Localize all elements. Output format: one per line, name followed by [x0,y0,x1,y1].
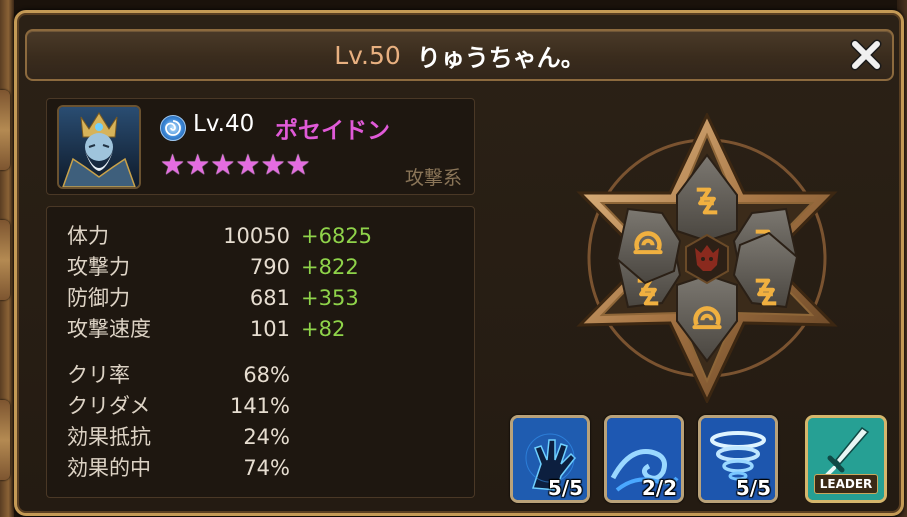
stat-value: 24% [243,425,290,449]
leader-label: LEADER [814,474,878,494]
stat-row-resistance: 効果抵抗 24% [47,422,476,452]
poseidon-portrait-image [59,107,139,187]
stat-label: 防御力 [67,286,130,310]
star-icon: ★ [235,148,261,181]
side-tab [0,220,10,300]
stat-label: 攻撃速度 [67,317,151,341]
skill-level: 5/5 [735,476,771,500]
skill-slot-2[interactable]: 2/2 [604,415,684,503]
stat-row-defense: 防御力 681 +353 [47,283,476,313]
stat-row-crit-rate: クリ率 68% [47,360,476,390]
leader-skill[interactable]: LEADER [805,415,887,503]
stat-bonus: +82 [301,317,346,341]
monster-type: 攻撃系 [404,167,462,189]
skill-slot-3[interactable]: 5/5 [698,415,778,503]
skill-level: 2/2 [641,476,677,500]
star-icon: ★ [210,148,236,181]
monster-info-panel: Lv.50 りゅうちゃん。 Lv.40 ポセイドン ★ ★ ★ ★ ★ ★ 攻撃… [14,10,904,516]
stat-value: 101 [249,317,290,341]
rune-star-frame [576,111,838,405]
stat-bonus: +6825 [301,224,373,248]
monster-summary: Lv.40 ポセイドン ★ ★ ★ ★ ★ ★ 攻撃系 [46,98,475,195]
monster-name: ポセイドン [275,118,390,144]
skill-level: 5/5 [547,476,583,500]
stat-label: クリ率 [67,363,130,387]
stat-row-attack: 攻撃力 790 +822 [47,252,476,282]
monster-portrait[interactable] [57,105,141,189]
stat-row-speed: 攻撃速度 101 +82 [47,314,476,344]
title-bar: Lv.50 りゅうちゃん。 [25,29,894,81]
owner-level: Lv.50 [334,40,401,70]
stat-label: 体力 [67,224,109,248]
close-icon [850,39,882,71]
star-icon: ★ [160,148,186,181]
star-icon: ★ [260,148,286,181]
star-icon: ★ [185,148,211,181]
close-button[interactable] [848,37,884,73]
water-attribute-icon [160,115,186,141]
stat-label: 攻撃力 [67,255,130,279]
stat-label: 効果抵抗 [67,425,151,449]
stat-row-hp: 体力 10050 +6825 [47,221,476,251]
stat-value: 10050 [223,224,290,248]
star-icon: ★ [285,148,311,181]
stat-bonus: +353 [301,286,359,310]
stat-value: 790 [249,255,290,279]
stats-table: 体力 10050 +6825 攻撃力 790 +822 防御力 681 +353… [46,206,475,498]
stat-row-accuracy: 効果的中 74% [47,453,476,483]
stat-label: クリダメ [67,394,151,418]
star-rating: ★ ★ ★ ★ ★ ★ [160,149,311,181]
rune-slots [572,111,842,405]
stat-row-crit-damage: クリダメ 141% [47,391,476,421]
stat-bonus: +822 [301,255,359,279]
side-tab [0,400,10,480]
side-tab [0,90,10,170]
background-left-edge [0,0,14,517]
stat-value: 681 [249,286,290,310]
stat-value: 68% [243,363,290,387]
stat-value: 141% [229,394,290,418]
owner-name: りゅうちゃん。 [416,43,585,72]
stat-value: 74% [243,456,290,480]
skill-slot-1[interactable]: 5/5 [510,415,590,503]
stat-label: 効果的中 [67,456,151,480]
monster-level: Lv.40 [193,111,255,137]
